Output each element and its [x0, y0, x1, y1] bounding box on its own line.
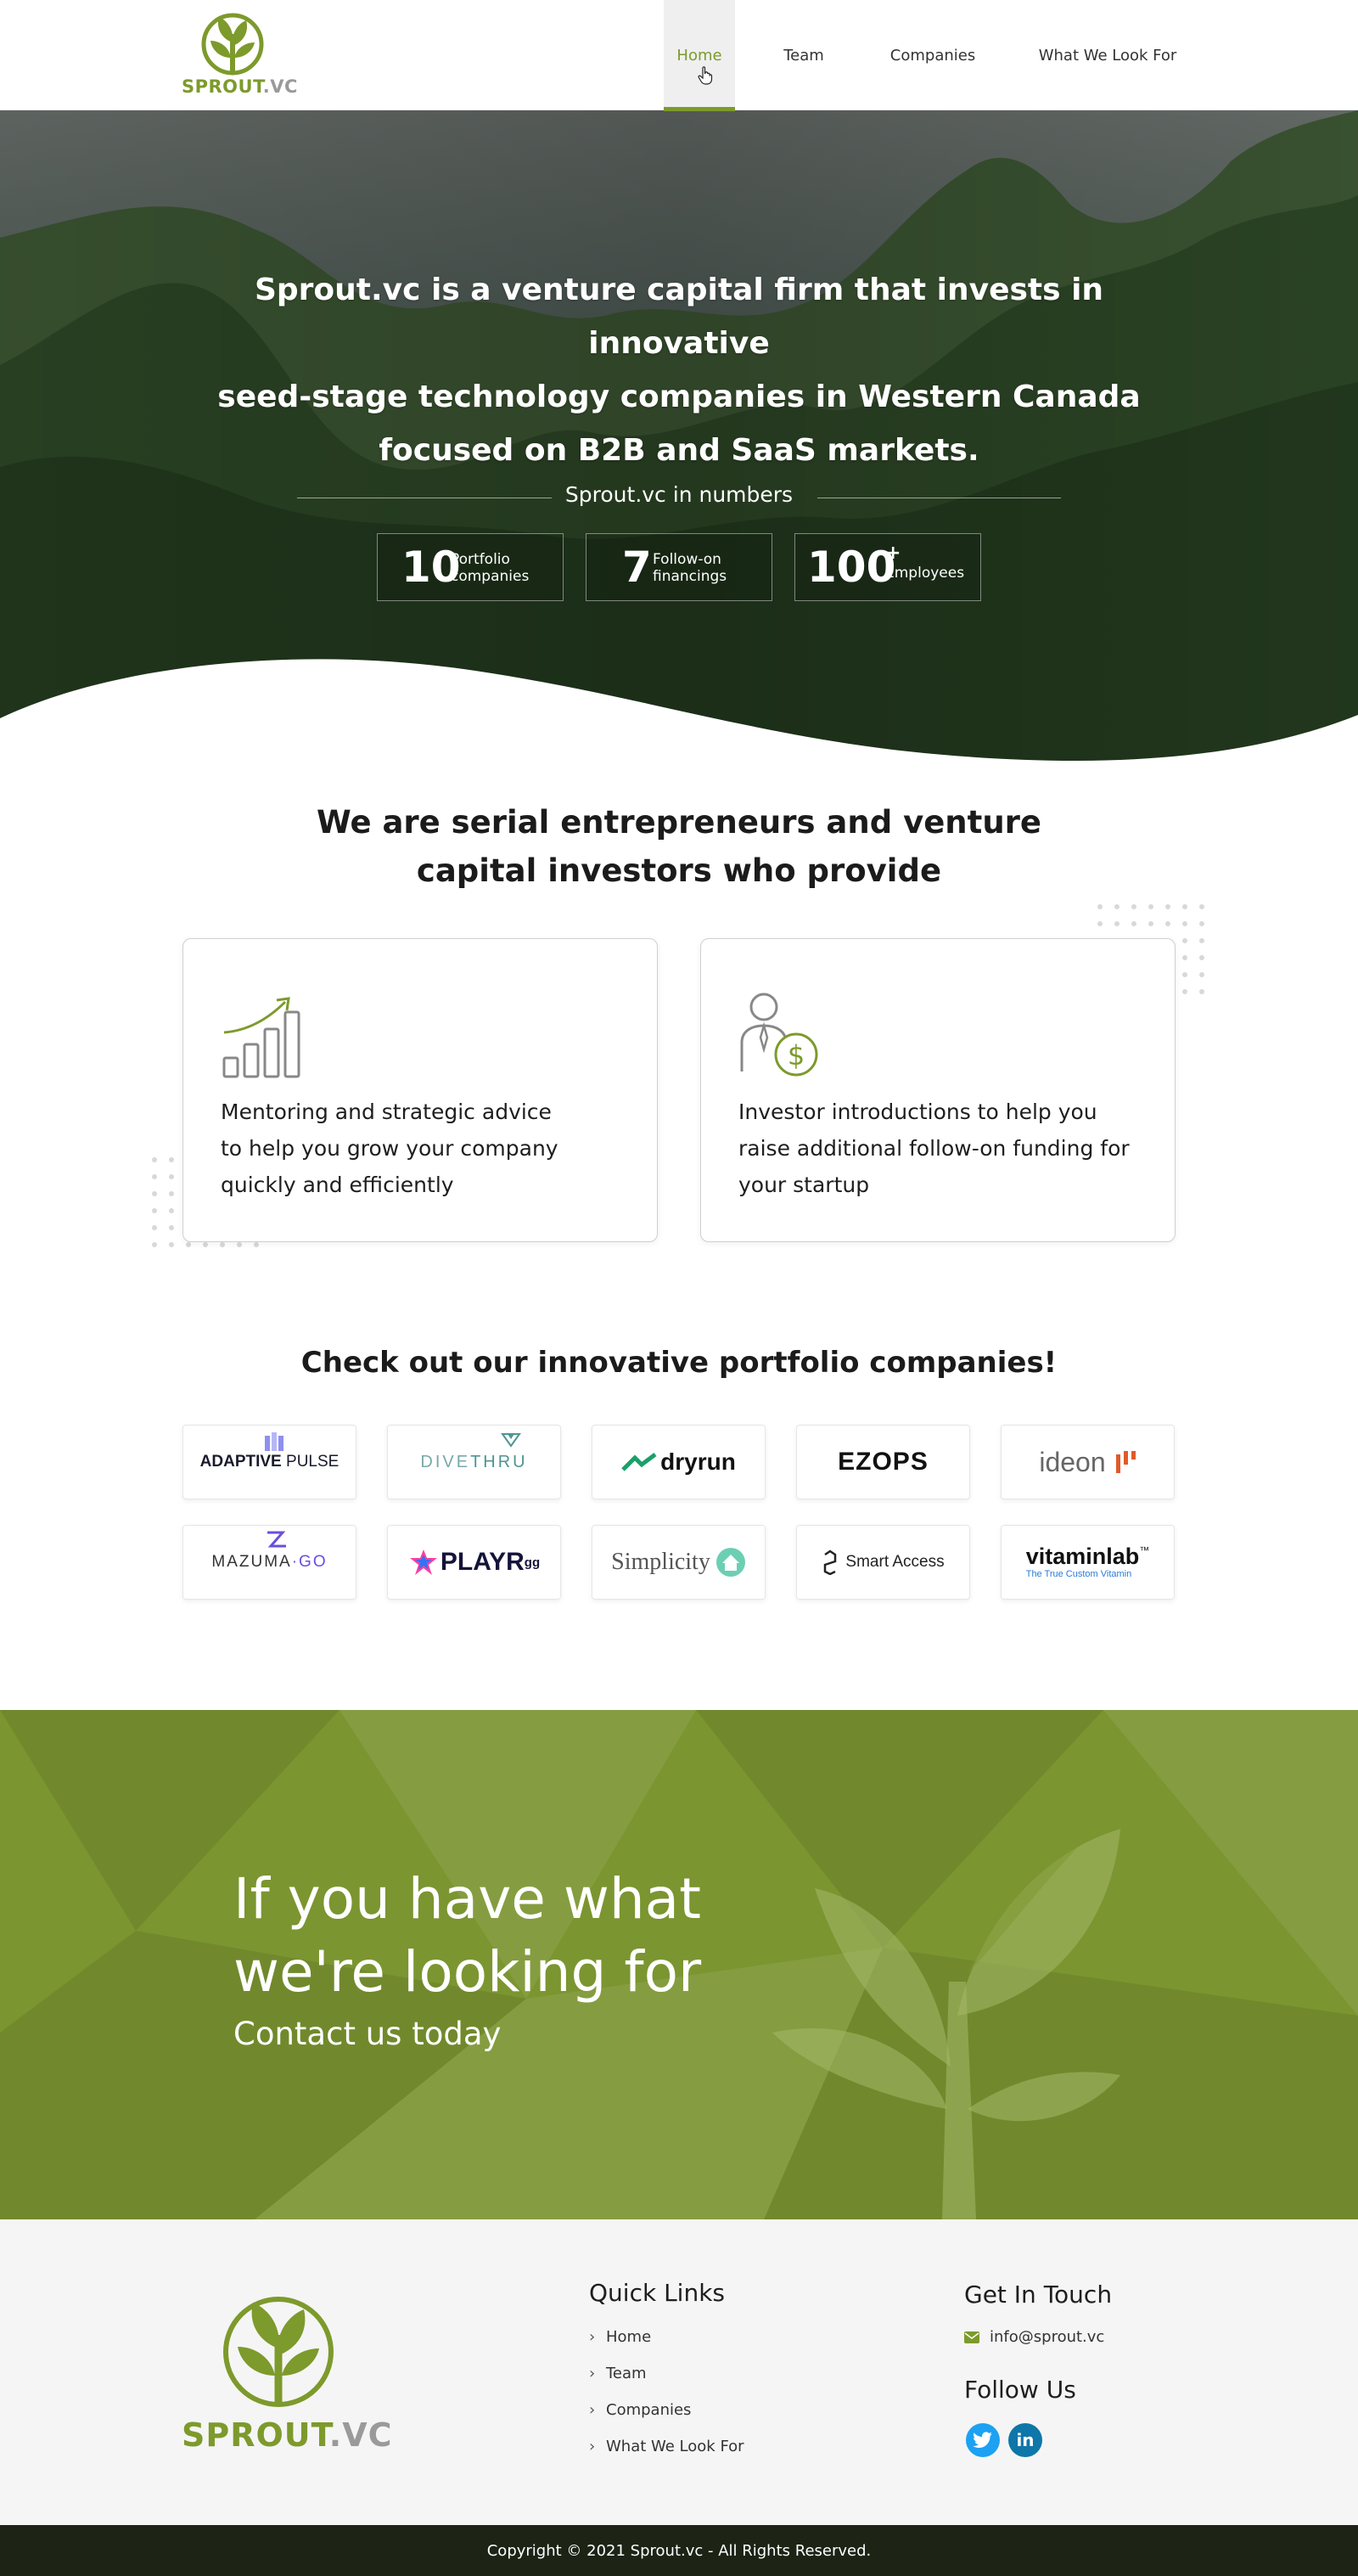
chevron-right-icon: ›	[589, 2401, 596, 2419]
mazuma-mark-icon	[267, 1531, 287, 1548]
company-logo-simplicity[interactable]: Simplicity	[592, 1525, 766, 1600]
company-logo-playr[interactable]: PLAYR gg	[387, 1525, 561, 1600]
playr-mark-icon	[409, 1550, 437, 1575]
company-logo-ideon[interactable]: ideon	[1001, 1425, 1175, 1499]
stat-value: 7	[622, 543, 652, 592]
nav-item-team[interactable]: Team	[769, 0, 839, 110]
footer-link-what-we-look-for[interactable]: › What We Look For	[589, 2438, 744, 2455]
stat-label: Employees	[885, 565, 965, 582]
site-footer: SPROUT.VC Quick Links › Home › Team › Compa…	[0, 2219, 1358, 2525]
nav-label: Home	[676, 46, 722, 65]
contact-cta-section: If you have what we're looking for Conta…	[0, 1710, 1358, 2219]
services-heading: We are serial entrepreneurs and venture …	[316, 804, 1042, 889]
sprout-logo-icon	[223, 2297, 334, 2407]
footer-brand-logo[interactable]: SPROUT.VC	[182, 2287, 393, 2457]
get-in-touch-heading: Get In Touch	[964, 2281, 1113, 2309]
stat-follow-on-financings: 7 Follow-on financings	[586, 533, 772, 601]
copyright-text: Copyright © 2021 Sprout.vc - All Rights …	[486, 2541, 872, 2560]
hero-section: Sprout.vc is a venture capital firm that…	[0, 110, 1358, 764]
follow-us-heading: Follow Us	[964, 2376, 1076, 2404]
nav-label: Team	[783, 46, 824, 65]
nav-label: Companies	[889, 46, 976, 65]
company-logo-ezops[interactable]: EZOPS	[796, 1425, 970, 1499]
ideon-mark-icon	[1115, 1451, 1136, 1473]
cta-headline: If you have what we're looking for	[233, 1866, 702, 2005]
simplicity-home-icon	[715, 1548, 745, 1577]
nav-item-home[interactable]: Home	[664, 0, 735, 111]
dryrun-mark-icon	[621, 1453, 657, 1471]
brand-wordmark: SPROUT.VC	[182, 76, 298, 97]
company-logo-divethru[interactable]: DIVETHRU	[387, 1425, 561, 1499]
stat-label: Follow-on financings	[653, 551, 727, 585]
smart-access-mark-icon	[824, 1550, 837, 1575]
stat-suffix: +	[885, 543, 901, 564]
nav-label: What We Look For	[1038, 46, 1177, 65]
twitter-icon[interactable]	[966, 2423, 1000, 2457]
email-link[interactable]: info@sprout.vc	[964, 2328, 1104, 2346]
sprout-logo-icon	[201, 13, 264, 76]
stat-portfolio-companies: 10 Portfolio companies	[377, 533, 564, 601]
chevron-right-icon: ›	[589, 2438, 596, 2455]
company-logo-dryrun[interactable]: dryrun	[592, 1425, 766, 1499]
footer-brand-wordmark: SPROUT.VC	[182, 2416, 393, 2454]
footer-link-team[interactable]: › Team	[589, 2365, 647, 2382]
footer-link-companies[interactable]: › Companies	[589, 2401, 691, 2419]
service-text: Investor introductions to help you raise…	[738, 1100, 1130, 1197]
company-logo-smart-access[interactable]: Smart Access	[796, 1525, 970, 1600]
chevron-right-icon: ›	[589, 2365, 596, 2382]
contact-us-link[interactable]: Contact us today	[233, 2016, 501, 2052]
chevron-right-icon: ›	[589, 2328, 596, 2346]
service-card-mentoring: Mentoring and strategic advice to help y…	[182, 938, 658, 1242]
numbers-heading: Sprout.vc in numbers	[297, 482, 1061, 513]
svg-text:$: $	[788, 1039, 805, 1071]
growth-chart-icon	[222, 997, 300, 1078]
hand-cursor-icon	[698, 66, 713, 85]
footer-link-home[interactable]: › Home	[589, 2328, 651, 2346]
site-header: SPROUT.VC Home Team Companies What We Lo…	[0, 0, 1358, 111]
nav-item-what-we-look-for[interactable]: What We Look For	[1027, 0, 1188, 110]
copyright-bar: Copyright © 2021 Sprout.vc - All Rights …	[0, 2525, 1358, 2576]
stat-value: 100	[807, 543, 896, 592]
investor-dollar-icon: $	[740, 993, 818, 1077]
company-logo-vitaminlab[interactable]: vitaminlab™ The True Custom Vitamin	[1001, 1525, 1175, 1600]
portfolio-heading: Check out our innovative portfolio compa…	[300, 1346, 1058, 1380]
stat-label: Portfolio companies	[451, 551, 530, 585]
company-logo-adaptive-pulse[interactable]: ADAPTIVE PULSE	[182, 1425, 356, 1499]
divethru-mark-icon	[501, 1432, 522, 1448]
envelope-icon	[964, 2331, 979, 2343]
brand-logo[interactable]: SPROUT.VC	[182, 8, 298, 100]
nav-item-companies[interactable]: Companies	[878, 0, 988, 110]
service-card-investor-introductions: $ Investor introductions to help you rai…	[700, 938, 1176, 1242]
service-text: Mentoring and strategic advice to help y…	[221, 1100, 558, 1197]
linkedin-icon[interactable]: in	[1008, 2423, 1042, 2457]
quick-links-heading: Quick Links	[589, 2279, 726, 2307]
adaptive-pulse-mark-icon	[264, 1432, 283, 1451]
stat-employees: 100 + Employees	[794, 533, 981, 601]
hero-headline: Sprout.vc is a venture capital firm that…	[217, 273, 1141, 468]
company-logo-mazuma-go[interactable]: MAZUMA·GO	[182, 1525, 356, 1600]
